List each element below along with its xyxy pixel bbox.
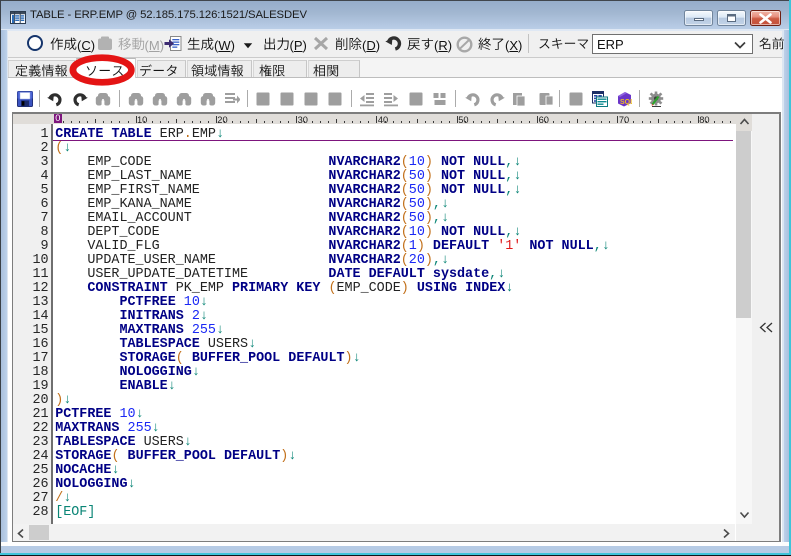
svg-text:SQL: SQL bbox=[620, 99, 632, 106]
